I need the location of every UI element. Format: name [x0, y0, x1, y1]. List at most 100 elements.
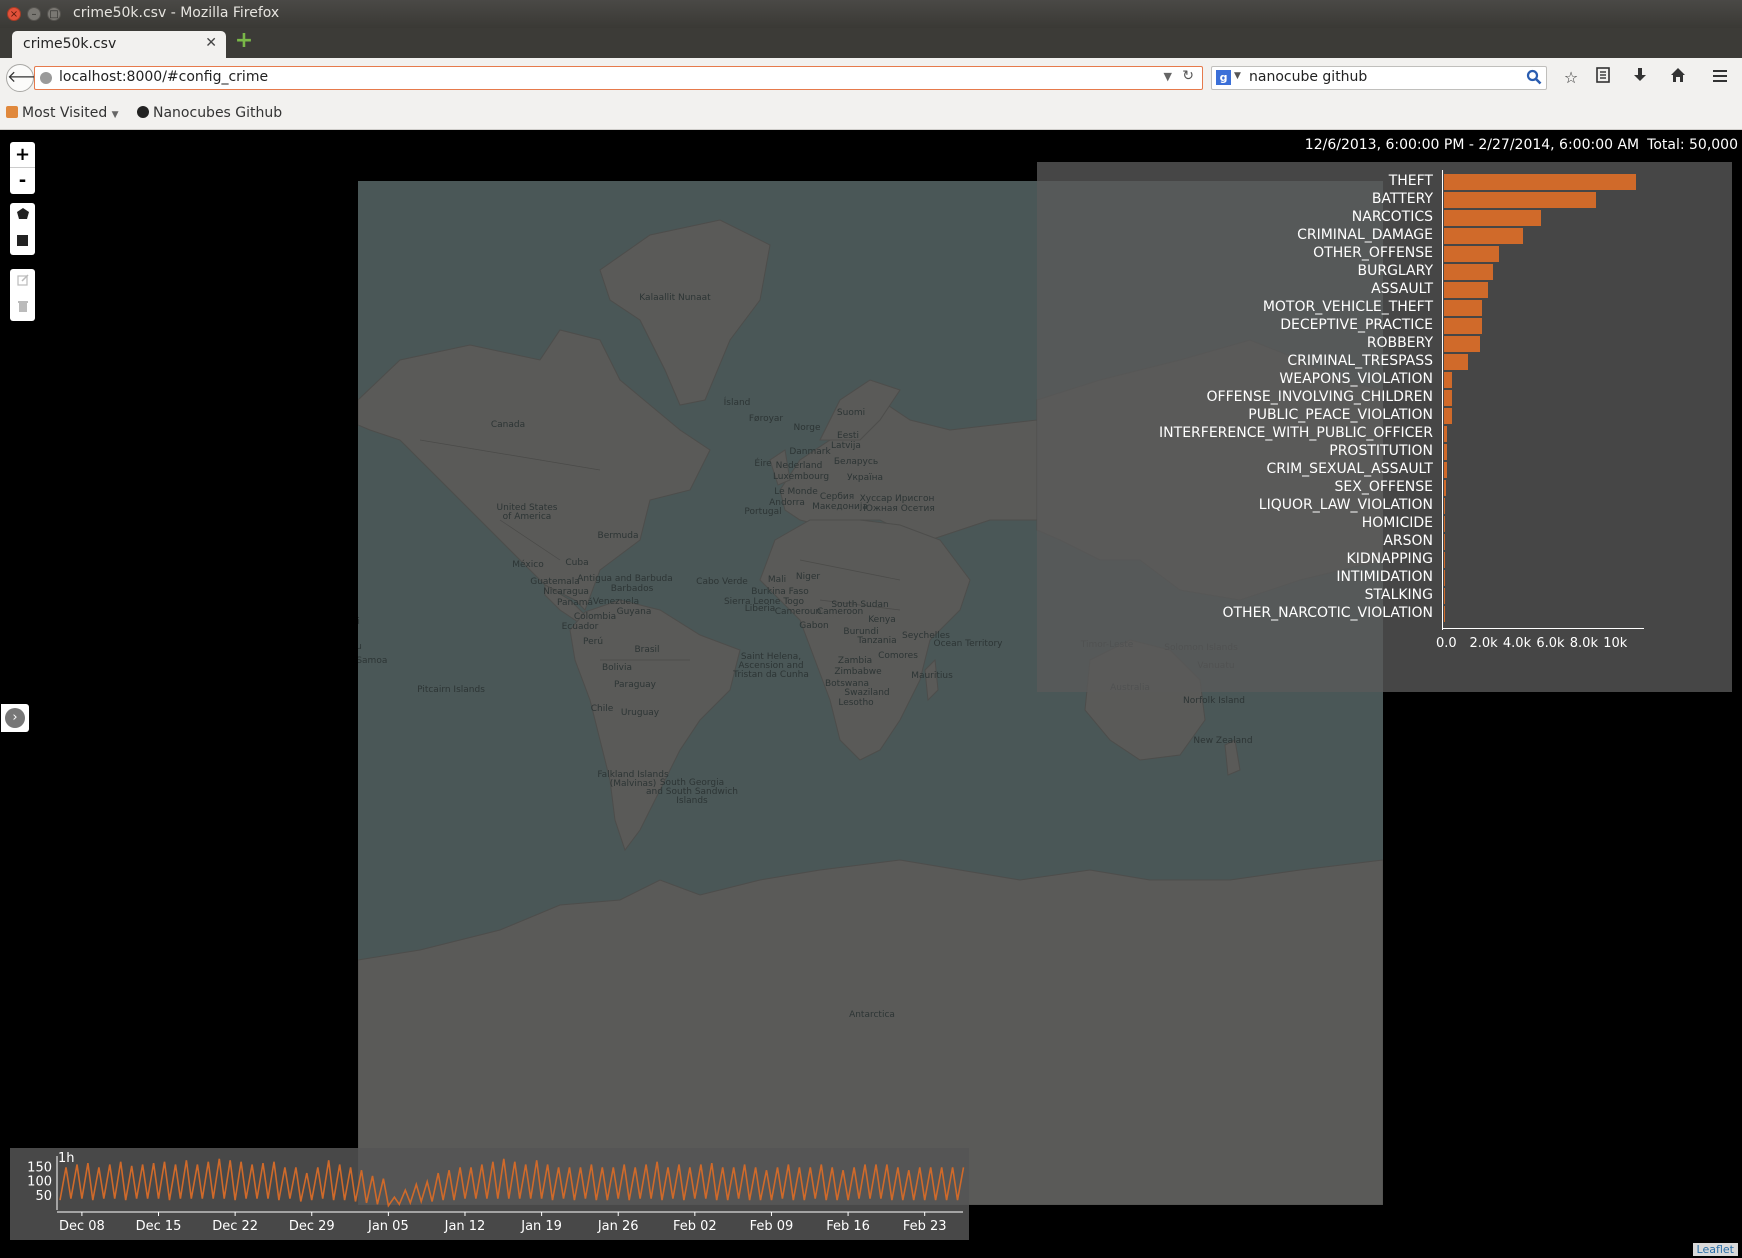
window-minimize-button[interactable]: – — [27, 7, 41, 21]
map-place-label: Panamá — [556, 598, 594, 608]
url-bar[interactable]: localhost:8000/#config_crime ▼ ↻ — [34, 66, 1203, 90]
bar-category-label: LIQUOR_LAW_VIOLATION — [1258, 497, 1433, 513]
bar-burglary[interactable] — [1444, 264, 1494, 280]
bar-x-tick-label: 4.0k — [1502, 636, 1532, 651]
home-icon[interactable] — [1666, 66, 1690, 90]
search-engine-dropdown-icon[interactable]: ▼ — [1234, 71, 1241, 81]
bar-public-peace-violation[interactable] — [1444, 408, 1452, 424]
zoom-in-button[interactable]: + — [10, 142, 35, 168]
bookmark-nanocubes-github[interactable]: Nanocubes Github — [137, 105, 282, 121]
back-button[interactable]: 🡐 — [6, 64, 50, 92]
search-magnifier-icon[interactable] — [1526, 69, 1542, 89]
url-dropdown-icon[interactable]: ▼ — [1164, 70, 1172, 83]
bar-intimidation[interactable] — [1444, 570, 1445, 586]
time-bin-label: 1h — [58, 1151, 75, 1166]
bar-other-narcotic-violation[interactable] — [1444, 606, 1445, 622]
bar-category-label: SEX_OFFENSE — [1334, 479, 1434, 495]
time-series-line[interactable] — [59, 1158, 965, 1208]
bar-interference-with-public-officer[interactable] — [1444, 426, 1448, 442]
bookmark-star-icon[interactable]: ☆ — [1559, 66, 1583, 90]
bar-kidnapping[interactable] — [1444, 552, 1445, 568]
bar-x-tick-label: 2.0k — [1469, 636, 1498, 651]
map-place-label: Danmark — [789, 447, 831, 457]
bar-weapons-violation[interactable] — [1444, 372, 1453, 388]
bar-criminal-damage[interactable] — [1444, 228, 1523, 244]
bar-prostitution[interactable] — [1444, 444, 1447, 460]
chevron-down-icon: ▼ — [111, 110, 119, 120]
bar-category-label: MOTOR_VEHICLE_THEFT — [1262, 299, 1433, 315]
site-identity-icon[interactable] — [40, 72, 52, 84]
tab-close-icon[interactable]: ✕ — [205, 35, 217, 51]
bar-x-tick-label: 10k — [1603, 636, 1628, 651]
search-input[interactable]: nanocube github — [1249, 69, 1367, 85]
map-place-label: Éire — [754, 459, 772, 469]
page-content: Kalaallit Nunaat Canada United States of Am… — [0, 131, 1742, 1258]
bar-arson[interactable] — [1444, 534, 1445, 550]
menu-hamburger-icon[interactable] — [1708, 66, 1732, 90]
draw-polygon-icon[interactable] — [10, 203, 35, 229]
map-place-label: Suomi — [836, 408, 866, 418]
time-series-chart[interactable]: 1h 15010050 Dec 08 Dec 15 Dec 22 Dec 29 Jan 05… — [10, 1148, 969, 1240]
edit-control — [10, 269, 35, 321]
map-place-label: Islands — [676, 796, 708, 806]
bar-sex-offense[interactable] — [1444, 480, 1446, 496]
window-maximize-button[interactable]: □ — [47, 7, 61, 21]
new-tab-icon[interactable]: + — [234, 30, 254, 52]
map-place-label: Lesotho — [838, 698, 874, 708]
bar-liquor-law-violation[interactable] — [1444, 498, 1446, 514]
bar-offense-involving-children[interactable] — [1444, 390, 1452, 406]
zoom-control: + - — [10, 142, 35, 194]
window-close-button[interactable]: × — [7, 7, 21, 21]
draw-control — [10, 203, 35, 255]
bar-other-offense[interactable] — [1444, 246, 1500, 262]
crime-type-bar-chart[interactable]: THEFT BATTERY NARCOTICS CRIMINAL_DAMAGE OTHE… — [1037, 162, 1732, 692]
bar-theft[interactable] — [1444, 174, 1637, 190]
map-place-label: Zambia — [837, 656, 873, 666]
bar-battery[interactable] — [1444, 192, 1597, 208]
map-place-label: Tristan da Cunha — [733, 670, 809, 680]
bar-narcotics[interactable] — [1444, 210, 1541, 226]
downloads-icon[interactable] — [1628, 66, 1652, 90]
bar-x-axis — [1442, 628, 1644, 629]
map-place-label: Сербия — [819, 492, 855, 502]
leaflet-attribution-link[interactable]: Leaflet — [1692, 1243, 1738, 1256]
map-place-label: Cameroun — [774, 607, 822, 617]
search-bar[interactable]: g ▼ nanocube github — [1211, 66, 1547, 90]
bar-assault[interactable] — [1444, 282, 1489, 298]
bar-deceptive-practice[interactable] — [1444, 318, 1482, 334]
map-place-label: Eesti — [837, 431, 859, 441]
bar-category-label: OFFENSE_INVOLVING_CHILDREN — [1206, 389, 1433, 405]
reload-icon[interactable]: ↻ — [1182, 68, 1194, 84]
map-place-label: Guatemala — [530, 577, 580, 587]
edit-layers-icon[interactable] — [10, 269, 35, 295]
time-series-x-tick-label: Jan 26 — [597, 1219, 639, 1234]
map-place-label: Uruguay — [620, 708, 660, 718]
bar-homicide[interactable] — [1444, 516, 1445, 532]
delete-layers-icon[interactable] — [10, 295, 35, 321]
bookmarks-menu-icon[interactable] — [1591, 66, 1615, 90]
window-title: crime50k.csv - Mozilla Firefox — [73, 5, 280, 21]
zoom-out-button[interactable]: - — [10, 168, 35, 194]
bar-stalking[interactable] — [1444, 588, 1445, 604]
bar-robbery[interactable] — [1444, 336, 1480, 352]
url-input[interactable]: localhost:8000/#config_crime — [59, 69, 268, 85]
map-place-label: Niger — [795, 572, 821, 582]
time-series-y-tick-label: 50 — [35, 1189, 52, 1204]
bar-criminal-trespass[interactable] — [1444, 354, 1469, 370]
tab-crime50k[interactable]: crime50k.csv ✕ — [12, 31, 226, 58]
bar-category-label: CRIMINAL_TRESPASS — [1287, 353, 1433, 369]
bar-motor-vehicle-theft[interactable] — [1444, 300, 1483, 316]
time-series-panel[interactable]: 1h 150 100 50 Dec 08 Dec 15 Dec 22 Dec 29 Jan 05… — [10, 1148, 969, 1240]
bookmark-most-visited[interactable]: Most Visited ▼ — [6, 105, 119, 121]
bar-crim-sexual-assault[interactable] — [1444, 462, 1447, 478]
bar-category-label: BURGLARY — [1357, 263, 1433, 279]
map-place-label: American Samoa — [358, 656, 388, 666]
map-place-label: Pitcairn Islands — [417, 685, 485, 695]
bar-category-label: CRIMINAL_DAMAGE — [1297, 227, 1433, 243]
draw-rectangle-icon[interactable] — [10, 229, 35, 255]
sidebar-toggle-button[interactable]: › — [1, 704, 29, 732]
search-engine-icon[interactable]: g — [1216, 70, 1231, 85]
map-place-label: Gabon — [799, 621, 829, 631]
map-place-label: Liberia — [744, 604, 776, 614]
bar-category-label: NARCOTICS — [1351, 209, 1433, 225]
